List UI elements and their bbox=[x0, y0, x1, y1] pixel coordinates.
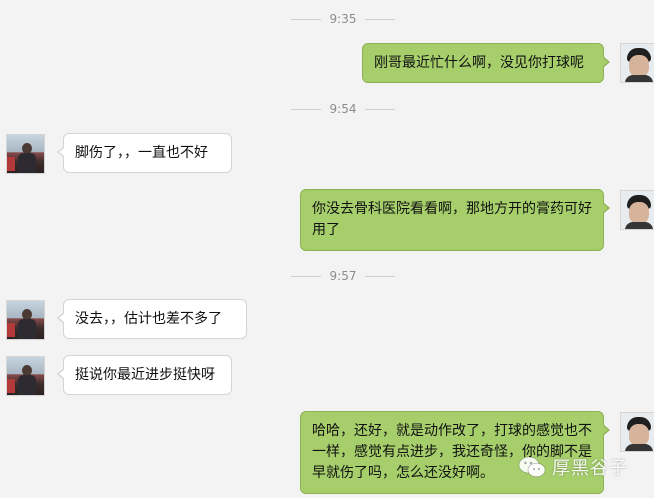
avatar-detail bbox=[7, 379, 15, 393]
divider bbox=[365, 109, 396, 110]
timestamp-text: 9:35 bbox=[329, 12, 357, 26]
avatar-detail bbox=[7, 157, 15, 171]
message-bubble-sent[interactable]: 你没去骨科医院看看啊，那地方开的膏药可好用了 bbox=[300, 189, 610, 251]
timestamp-text: 9:54 bbox=[329, 102, 357, 116]
timestamp-text: 9:57 bbox=[329, 269, 357, 283]
timestamp: 9:35 bbox=[0, 12, 654, 26]
avatar-contact[interactable] bbox=[6, 356, 45, 396]
divider bbox=[290, 276, 321, 277]
divider bbox=[290, 19, 321, 20]
avatar-self[interactable] bbox=[620, 43, 654, 83]
avatar-detail bbox=[7, 323, 15, 337]
message-bubble-sent[interactable]: 刚哥最近忙什么啊，没见你打球呢 bbox=[362, 43, 610, 83]
message-bubble-received[interactable]: 脚伤了，，一直也不好 bbox=[57, 133, 232, 173]
timestamp: 9:54 bbox=[0, 102, 654, 116]
avatar-shirt bbox=[625, 222, 653, 229]
avatar-contact[interactable] bbox=[6, 134, 45, 174]
divider bbox=[290, 109, 321, 110]
avatar-body bbox=[18, 153, 36, 173]
message-bubble-received[interactable]: 挺说你最近进步挺快呀 bbox=[57, 355, 232, 395]
watermark-text: 厚黑谷子 bbox=[552, 458, 628, 479]
avatar-self[interactable] bbox=[620, 190, 654, 230]
avatar-self[interactable] bbox=[620, 412, 654, 452]
avatar-face bbox=[629, 55, 649, 77]
divider bbox=[365, 276, 396, 277]
avatar-body bbox=[18, 319, 36, 339]
avatar-contact[interactable] bbox=[6, 300, 45, 340]
divider bbox=[365, 19, 396, 20]
wechat-icon bbox=[518, 456, 546, 478]
avatar-face bbox=[629, 202, 649, 224]
avatar-face bbox=[629, 424, 649, 446]
message-bubble-received[interactable]: 没去，，估计也差不多了 bbox=[57, 299, 247, 339]
avatar-body bbox=[18, 375, 36, 395]
timestamp: 9:57 bbox=[0, 269, 654, 283]
watermark: 厚黑谷子 bbox=[518, 450, 654, 484]
avatar-shirt bbox=[625, 75, 653, 82]
